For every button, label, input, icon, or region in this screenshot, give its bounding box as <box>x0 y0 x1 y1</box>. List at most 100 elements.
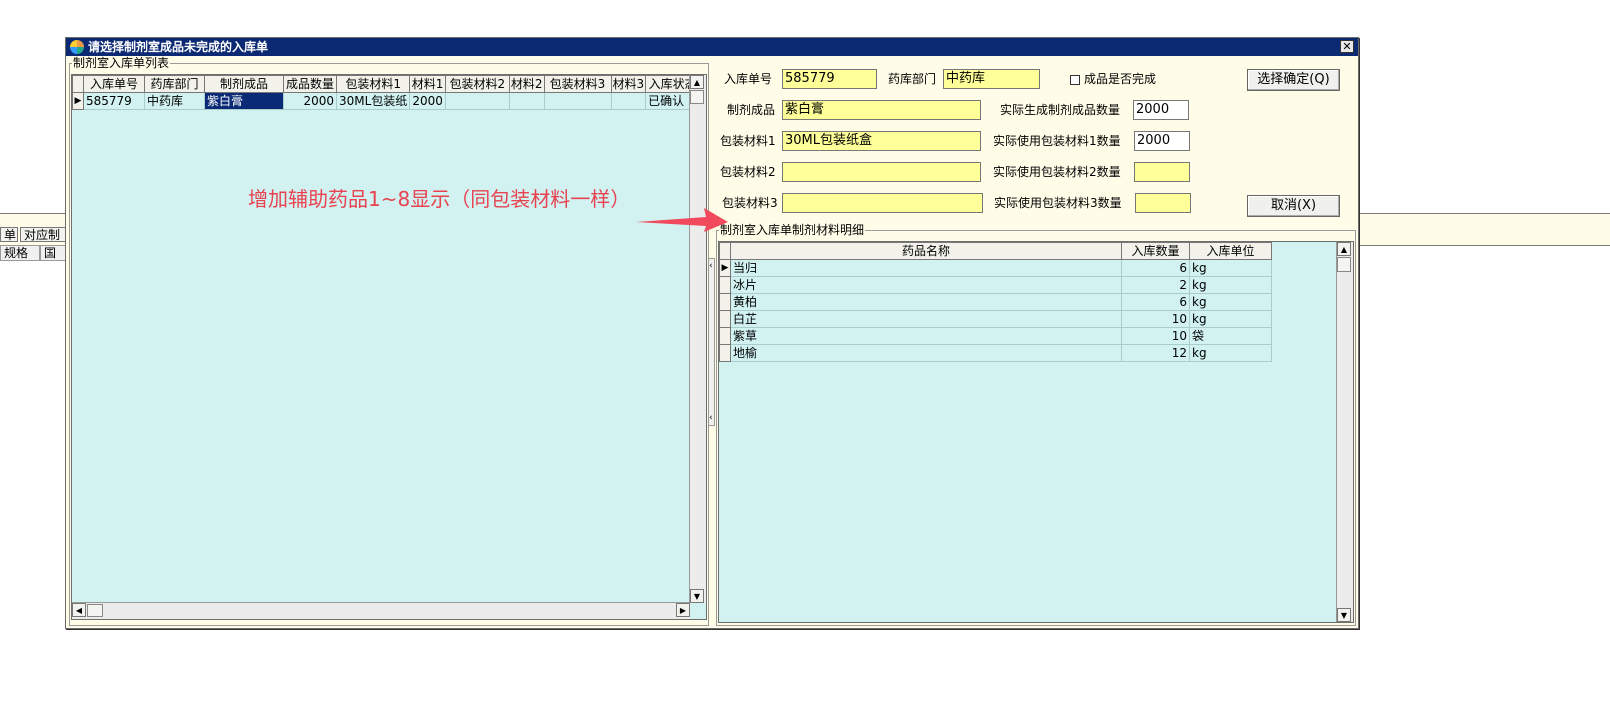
detail-cell[interactable]: kg <box>1189 344 1272 362</box>
order-list-cell[interactable] <box>444 92 510 110</box>
annotation-arrow-icon <box>636 208 728 232</box>
detail-vscroll[interactable]: ▲ ▼ <box>1336 242 1353 622</box>
detail-grid[interactable]: 药品名称 入库数量 入库单位 ▶ 当归 6 kg 冰片 2 kg 黄柏 6 kg 白芷 10 kg 紫草 10 袋… <box>718 241 1354 623</box>
table-row[interactable]: 黄柏 6 kg <box>719 293 1272 311</box>
order-list-cell[interactable] <box>508 92 545 110</box>
pack3-qty-field[interactable] <box>1135 193 1191 213</box>
title-bar[interactable]: 请选择制剂室成品未完成的入库单 ✕ <box>66 38 1358 56</box>
detail-cell[interactable]: 袋 <box>1189 327 1272 345</box>
row-indicator[interactable] <box>719 276 731 294</box>
background-tab-1[interactable]: 单 <box>0 227 18 242</box>
scroll-up-icon[interactable]: ▲ <box>690 75 704 89</box>
order-list-cell[interactable]: 585779 <box>83 92 145 110</box>
detail-cell[interactable]: 当归 <box>730 259 1122 277</box>
order-list-table: 入库单号 药库部门 制剂成品 成品数量 包装材料1 材料1 包装材料2 材料2 包装材料3 材料3… <box>72 75 701 110</box>
order-list-cell[interactable]: 2000 <box>409 92 446 110</box>
order-no-field[interactable]: 585779 <box>782 69 877 89</box>
order-list-cell[interactable]: 紫白膏 <box>204 92 284 110</box>
table-row[interactable]: 冰片 2 kg <box>719 276 1272 294</box>
row-indicator[interactable] <box>719 327 731 345</box>
vscroll-thumb[interactable] <box>690 90 704 104</box>
dept-field[interactable]: 中药库 <box>943 69 1040 89</box>
table-row[interactable]: 紫草 10 袋 <box>719 327 1272 345</box>
order-list-col-header-5[interactable]: 材料1 <box>409 75 446 93</box>
detail-col-header-0[interactable]: 药品名称 <box>730 242 1122 260</box>
finished-checkbox[interactable] <box>1070 75 1080 85</box>
current-row-indicator-icon[interactable]: ▶ <box>72 92 84 110</box>
order-list-col-header-4[interactable]: 包装材料1 <box>335 75 411 93</box>
detail-cell[interactable]: 6 <box>1121 259 1190 277</box>
splitter-left-arrow-icon-bottom[interactable]: ‹ <box>709 413 713 423</box>
scroll-down-icon[interactable]: ▼ <box>1337 608 1351 622</box>
order-list-col-header-3[interactable]: 成品数量 <box>283 75 337 93</box>
pack2-qty-field[interactable] <box>1134 162 1190 182</box>
product-field[interactable]: 紫白膏 <box>782 100 981 120</box>
background-tab-2[interactable]: 对应制 <box>20 227 66 242</box>
order-list-col-header-9[interactable]: 材料3 <box>610 75 647 93</box>
order-list-col-header-6[interactable]: 包装材料2 <box>444 75 510 93</box>
pack2-label: 包装材料2 <box>720 165 776 179</box>
order-list-col-header-2[interactable]: 制剂成品 <box>204 75 284 93</box>
detail-cell[interactable]: kg <box>1189 276 1272 294</box>
confirm-select-button[interactable]: 选择确定(Q) <box>1247 69 1340 91</box>
detail-cell[interactable]: 10 <box>1121 327 1190 345</box>
detail-cell[interactable]: kg <box>1189 310 1272 328</box>
detail-cell[interactable]: 冰片 <box>730 276 1122 294</box>
pack2-qty-label: 实际使用包装材料2数量 <box>993 165 1121 179</box>
order-list-cell[interactable] <box>610 92 647 110</box>
order-no-label: 入库单号 <box>724 72 773 86</box>
current-row-indicator-icon[interactable]: ▶ <box>719 259 731 277</box>
table-row[interactable]: ▶ 585779 中药库 紫白膏 2000 30ML包装纸 2000 已确认 <box>72 92 701 110</box>
pack2-field[interactable] <box>782 162 981 182</box>
detail-col-header-1[interactable]: 入库数量 <box>1121 242 1190 260</box>
vscroll-thumb[interactable] <box>1337 257 1351 272</box>
order-list-grid[interactable]: 入库单号 药库部门 制剂成品 成品数量 包装材料1 材料1 包装材料2 材料2 包装材料3 材料3… <box>71 74 707 620</box>
detail-cell[interactable]: 紫草 <box>730 327 1122 345</box>
panel-splitter[interactable]: ‹ ‹ <box>708 258 715 426</box>
table-row[interactable]: 白芷 10 kg <box>719 310 1272 328</box>
table-row[interactable]: ▶ 当归 6 kg <box>719 259 1272 277</box>
actual-qty-field[interactable]: 2000 <box>1133 100 1189 120</box>
pack1-qty-label: 实际使用包装材料1数量 <box>993 134 1121 148</box>
splitter-left-arrow-icon[interactable]: ‹ <box>709 261 713 271</box>
order-list-col-header-8[interactable]: 包装材料3 <box>543 75 612 93</box>
pack1-qty-field[interactable]: 2000 <box>1134 131 1190 151</box>
row-indicator-header <box>72 75 84 93</box>
order-list-cell[interactable] <box>543 92 612 110</box>
row-indicator[interactable] <box>719 344 731 362</box>
detail-cell[interactable]: 6 <box>1121 293 1190 311</box>
actual-qty-label: 实际生成制剂成品数量 <box>1000 103 1121 117</box>
pack1-field[interactable]: 30ML包装纸盒 <box>782 131 981 151</box>
scroll-up-icon[interactable]: ▲ <box>1337 242 1351 256</box>
scroll-down-icon[interactable]: ▼ <box>690 589 704 603</box>
detail-cell[interactable]: kg <box>1189 259 1272 277</box>
detail-cell[interactable]: 黄柏 <box>730 293 1122 311</box>
detail-cell[interactable]: kg <box>1189 293 1272 311</box>
order-list-col-header-7[interactable]: 材料2 <box>508 75 545 93</box>
order-list-vscroll[interactable]: ▲ ▼ <box>689 75 706 603</box>
product-label: 制剂成品 <box>727 103 776 117</box>
scroll-left-icon[interactable]: ◀ <box>72 603 86 617</box>
detail-cell[interactable]: 白芷 <box>730 310 1122 328</box>
cancel-button[interactable]: 取消(X) <box>1247 195 1340 217</box>
order-list-col-header-0[interactable]: 入库单号 <box>83 75 145 93</box>
detail-col-header-2[interactable]: 入库单位 <box>1189 242 1272 260</box>
background-column-spec: 规格 <box>0 245 40 261</box>
row-indicator[interactable] <box>719 293 731 311</box>
detail-cell[interactable]: 地榆 <box>730 344 1122 362</box>
hscroll-thumb[interactable] <box>87 604 103 617</box>
table-row[interactable]: 地榆 12 kg <box>719 344 1272 362</box>
detail-cell[interactable]: 10 <box>1121 310 1190 328</box>
pack1-label: 包装材料1 <box>720 134 776 148</box>
pack3-field[interactable] <box>782 193 983 213</box>
scroll-right-icon[interactable]: ▶ <box>676 603 690 617</box>
detail-cell[interactable]: 12 <box>1121 344 1190 362</box>
close-button[interactable]: ✕ <box>1340 40 1354 53</box>
order-list-cell[interactable]: 中药库 <box>144 92 205 110</box>
order-list-col-header-1[interactable]: 药库部门 <box>144 75 205 93</box>
order-list-hscroll[interactable]: ◀ ▶ <box>72 602 690 619</box>
row-indicator[interactable] <box>719 310 731 328</box>
order-list-cell[interactable]: 30ML包装纸 <box>335 92 411 110</box>
order-list-cell[interactable]: 2000 <box>283 92 337 110</box>
detail-cell[interactable]: 2 <box>1121 276 1190 294</box>
